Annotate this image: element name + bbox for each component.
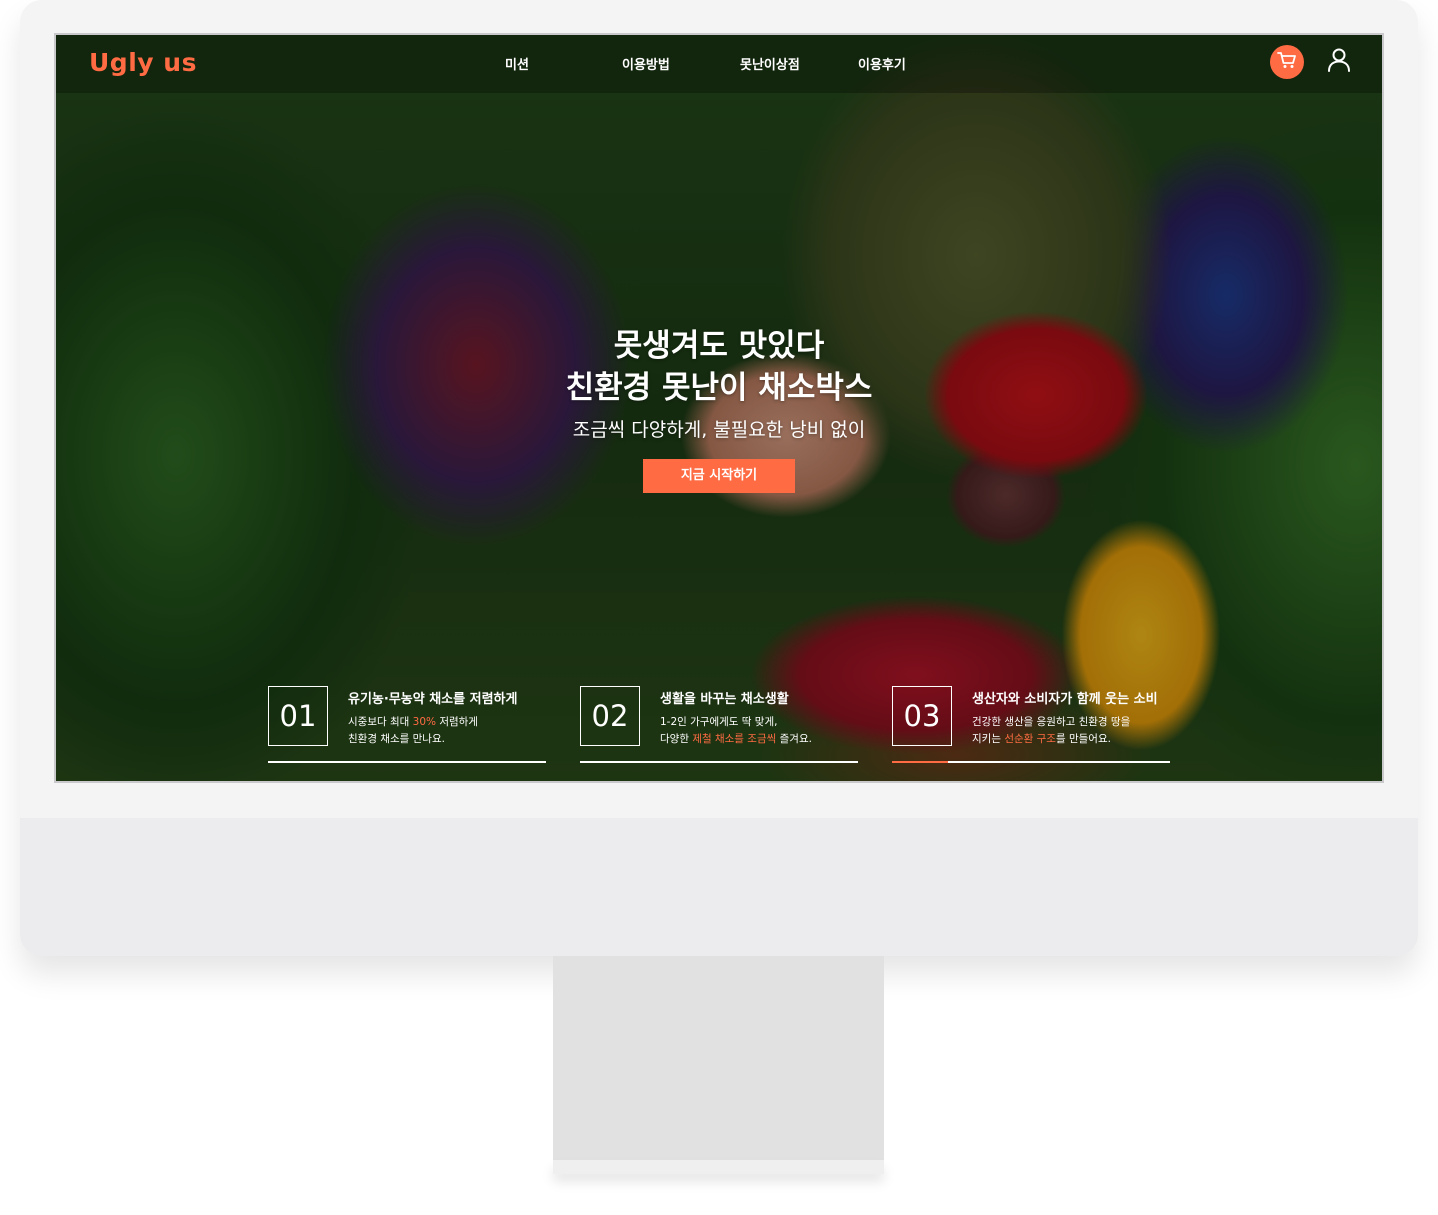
monitor-stand-base xyxy=(553,1160,884,1174)
nav-item-ugly-shop[interactable]: 못난이상점 xyxy=(740,54,800,73)
header-bar: Ugly us 미션 이용방법 못난이상점 이용후기 xyxy=(56,35,1382,93)
feature-highlight: 30% xyxy=(412,716,436,728)
main-nav: 미션 이용방법 못난이상점 이용후기 xyxy=(56,54,1382,76)
feature-desc-text: 지키는 xyxy=(972,733,1005,745)
monitor-stand xyxy=(553,956,884,1162)
feature-description: 시중보다 최대 30% 저렴하게 친환경 채소를 만나요. xyxy=(348,714,478,748)
feature-description: 건강한 생산을 응원하고 친환경 땅을 지키는 선순환 구조를 만들어요. xyxy=(972,714,1130,748)
feature-title: 생활을 바꾸는 채소생활 xyxy=(660,692,789,707)
feature-desc-text: 시중보다 최대 xyxy=(348,716,413,728)
feature-title: 유기농·무농약 채소를 저렴하게 xyxy=(348,692,518,707)
cart-button[interactable] xyxy=(1270,45,1304,79)
feature-item-3: 03 생산자와 소비자가 함께 웃는 소비 건강한 생산을 응원하고 친환경 땅… xyxy=(892,686,1170,763)
hero-section: 못생겨도 맛있다 친환경 못난이 채소박스 조금씩 다양하게, 불필요한 낭비 … xyxy=(56,325,1382,493)
hero-subtitle: 조금씩 다양하게, 불필요한 낭비 없이 xyxy=(572,419,866,441)
feature-desc-text: 저렴하게 xyxy=(435,716,478,728)
feature-description: 1-2인 가구에게도 딱 맞게, 다양한 제철 채소를 조금씩 즐겨요. xyxy=(660,714,812,748)
feature-desc-text: 다양한 xyxy=(660,733,693,745)
monitor-frame: Ugly us 미션 이용방법 못난이상점 이용후기 못생겨도 맛있다 친환경 … xyxy=(20,0,1418,956)
nav-item-reviews[interactable]: 이용후기 xyxy=(858,54,906,73)
feature-highlight: 제철 채소를 조금씩 xyxy=(692,733,777,745)
active-indicator xyxy=(892,761,948,763)
feature-number: 01 xyxy=(268,686,328,746)
cart-icon xyxy=(1277,51,1297,73)
feature-number: 03 xyxy=(892,686,952,746)
feature-desc-text: 즐겨요. xyxy=(776,733,812,745)
feature-desc-text: 를 만들어요. xyxy=(1055,733,1111,745)
feature-item-1: 01 유기농·무농약 채소를 저렴하게 시중보다 최대 30% 저렴하게 친환경… xyxy=(268,686,546,763)
user-icon xyxy=(1327,47,1351,77)
nav-item-mission[interactable]: 미션 xyxy=(505,54,529,73)
monitor-chin xyxy=(20,818,1418,956)
feature-desc-text: 친환경 채소를 만나요. xyxy=(348,733,445,745)
hero-title-line-1: 못생겨도 맛있다 xyxy=(613,328,825,364)
monitor-screen: Ugly us 미션 이용방법 못난이상점 이용후기 못생겨도 맛있다 친환경 … xyxy=(54,33,1384,783)
feature-desc-text: 건강한 생산을 응원하고 친환경 땅을 xyxy=(972,716,1131,728)
feature-number: 02 xyxy=(580,686,640,746)
feature-item-2: 02 생활을 바꾸는 채소생활 1-2인 가구에게도 딱 맞게, 다양한 제철 … xyxy=(580,686,858,763)
feature-title: 생산자와 소비자가 함께 웃는 소비 xyxy=(972,692,1158,707)
hero-title: 못생겨도 맛있다 친환경 못난이 채소박스 xyxy=(56,325,1382,409)
nav-item-how-to-use[interactable]: 이용방법 xyxy=(622,54,670,73)
feature-highlight: 선순환 구조 xyxy=(1004,733,1056,745)
hero-title-line-2: 친환경 못난이 채소박스 xyxy=(565,370,873,406)
start-now-button[interactable]: 지금 시작하기 xyxy=(643,459,795,493)
feature-desc-text: 1-2인 가구에게도 딱 맞게, xyxy=(660,716,778,728)
user-button[interactable] xyxy=(1324,47,1354,77)
